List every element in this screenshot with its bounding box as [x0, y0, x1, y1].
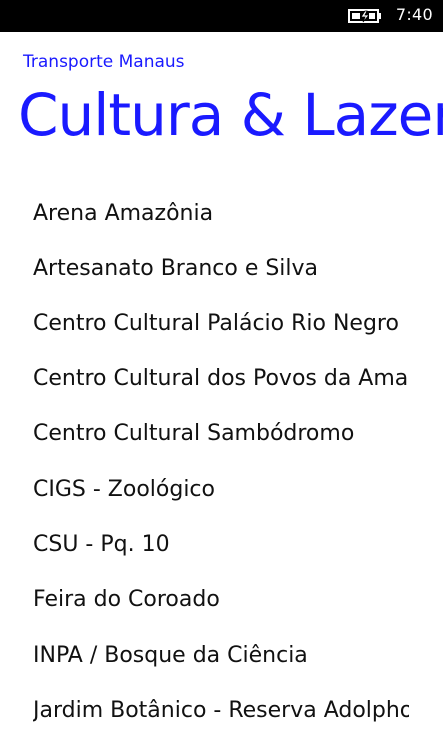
status-bar: 7:40	[0, 0, 443, 32]
list-item[interactable]: Jardim Botânico - Reserva Adolpho Ducke	[33, 683, 409, 738]
list-item[interactable]: Centro Cultural dos Povos da Amazônia	[33, 351, 409, 407]
list-item[interactable]: CIGS - Zoológico	[33, 462, 409, 518]
phone-screen: 7:40 Transporte Manaus Cultura & Lazer A…	[0, 0, 443, 738]
list-item[interactable]: Artesanato Branco e Silva	[33, 241, 409, 297]
list-item[interactable]: CSU - Pq. 10	[33, 517, 409, 573]
battery-charging-icon	[348, 9, 381, 23]
list-item[interactable]: Arena Amazônia	[33, 186, 409, 242]
places-list: Arena Amazônia Artesanato Branco e Silva…	[0, 186, 443, 738]
list-item[interactable]: Feira do Coroado	[33, 572, 409, 628]
clock: 7:40	[395, 5, 433, 24]
list-item[interactable]: Centro Cultural Sambódromo	[33, 406, 409, 462]
app-title: Transporte Manaus	[23, 52, 185, 72]
page-title: Cultura & Lazer	[18, 81, 443, 149]
list-item[interactable]: INPA / Bosque da Ciência	[33, 628, 409, 684]
list-item[interactable]: Centro Cultural Palácio Rio Negro	[33, 296, 409, 352]
